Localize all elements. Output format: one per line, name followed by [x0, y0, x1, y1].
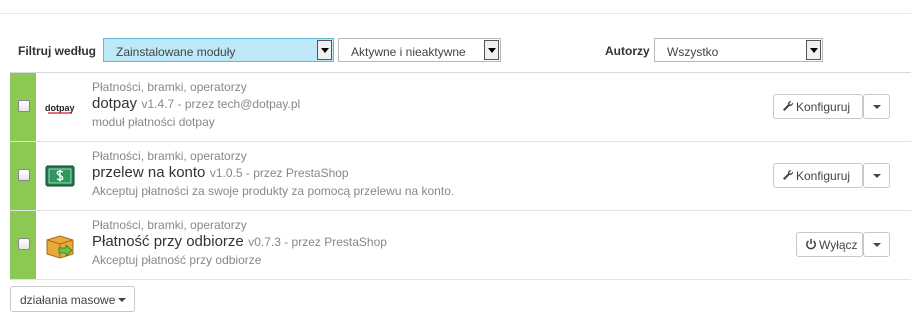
filter-label: Filtruj według: [18, 44, 96, 58]
wrench-icon: [782, 100, 794, 112]
top-divider: [0, 13, 911, 14]
module-description: Akceptuj płatność przy odbiorze: [92, 253, 262, 267]
module-type-value: Zainstalowane moduły: [116, 45, 236, 59]
module-name: przelew na konto: [92, 164, 206, 181]
disable-button[interactable]: Wyłącz: [796, 232, 863, 257]
module-checkbox[interactable]: [18, 169, 30, 181]
wrench-icon: [782, 169, 794, 181]
module-type-select[interactable]: Zainstalowane moduły: [103, 38, 334, 62]
module-description: moduł płatności dotpay: [92, 115, 215, 129]
more-actions-button[interactable]: [863, 94, 890, 119]
module-title: przelew na konto v1.0.5 - przez PrestaSh…: [92, 164, 349, 182]
module-category: Płatności, bramki, operatorzy: [92, 218, 247, 232]
bulk-actions-button[interactable]: działania masowe: [10, 286, 136, 312]
chevron-down-icon: [806, 40, 821, 60]
module-row-przelew: Płatności, bramki, operatorzy przelew na…: [10, 142, 911, 211]
chevron-down-icon: [317, 40, 332, 60]
bulk-actions-label: działania masowe: [20, 293, 116, 307]
module-category: Płatności, bramki, operatorzy: [92, 80, 247, 94]
svg-text:dotpay: dotpay: [45, 103, 75, 113]
caret-down-icon: [118, 298, 127, 302]
dotpay-logo: dotpay: [44, 91, 76, 123]
power-icon: [805, 238, 817, 250]
module-list: dotpay Płatności, bramki, operatorzy dot…: [10, 72, 911, 280]
module-description: Akceptuj płatności za swoje produkty za …: [92, 184, 455, 198]
configure-label: Konfiguruj: [796, 100, 851, 114]
disable-label: Wyłącz: [819, 238, 858, 252]
box-arrow-icon: [44, 229, 76, 261]
filter-bar: Filtruj według Zainstalowane moduły Akty…: [0, 36, 911, 66]
module-row-dotpay: dotpay Płatności, bramki, operatorzy dot…: [10, 73, 911, 142]
configure-button[interactable]: Konfiguruj: [773, 163, 863, 188]
module-version: v1.4.7 - przez tech@dotpay.pl: [141, 97, 301, 111]
module-version: v0.7.3 - przez PrestaShop: [248, 235, 387, 249]
authors-select[interactable]: Wszystko: [654, 38, 823, 62]
module-category: Płatności, bramki, operatorzy: [92, 149, 247, 163]
status-value: Aktywne i nieaktywne: [351, 45, 466, 59]
configure-button[interactable]: Konfiguruj: [773, 94, 863, 119]
configure-label: Konfiguruj: [796, 169, 851, 183]
module-checkbox[interactable]: [18, 100, 30, 112]
chevron-down-icon: [484, 40, 499, 60]
module-title: Płatność przy odbiorze v0.7.3 - przez Pr…: [92, 233, 387, 251]
more-actions-button[interactable]: [863, 163, 890, 188]
module-name: Płatność przy odbiorze: [92, 233, 244, 250]
module-title: dotpay v1.4.7 - przez tech@dotpay.pl: [92, 95, 300, 113]
module-version: v1.0.5 - przez PrestaShop: [209, 166, 349, 180]
module-name: dotpay: [92, 95, 138, 112]
module-row-cod: Płatności, bramki, operatorzy Płatność p…: [10, 211, 911, 280]
authors-value: Wszystko: [667, 45, 719, 59]
more-actions-button[interactable]: [863, 232, 890, 257]
authors-label: Autorzy: [605, 44, 650, 58]
banknote-dollar-icon: [44, 160, 76, 192]
module-checkbox[interactable]: [18, 238, 30, 250]
status-select[interactable]: Aktywne i nieaktywne: [338, 38, 501, 62]
